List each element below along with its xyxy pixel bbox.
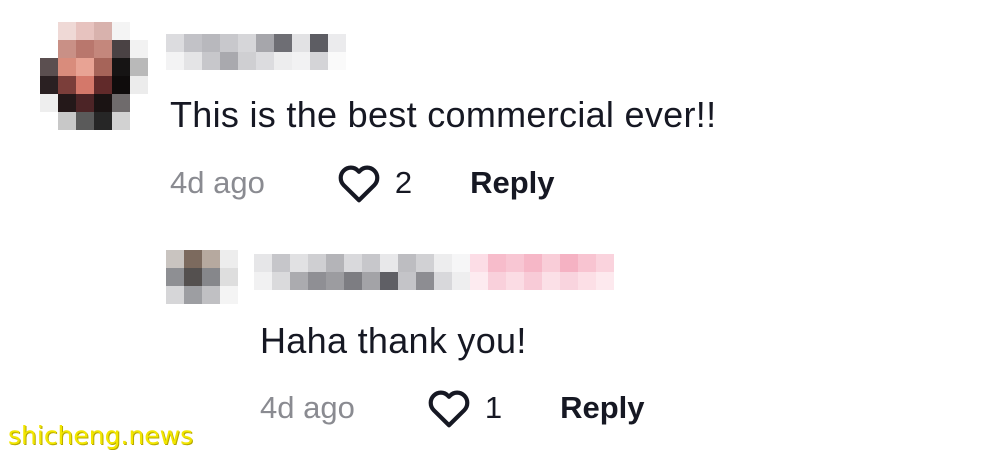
reply-text: Haha thank you!: [260, 320, 527, 361]
commenter-username-redacted[interactable]: [166, 34, 346, 70]
comment-text: This is the best commercial ever!!: [170, 94, 717, 135]
reply-timestamp: 4d ago: [260, 390, 355, 425]
comment-reply-button[interactable]: Reply: [470, 165, 554, 201]
replier-username-redacted[interactable]: [254, 254, 650, 290]
reply-reply-button[interactable]: Reply: [560, 390, 644, 426]
heart-outline-icon: [428, 390, 470, 428]
heart-outline-icon: [338, 165, 380, 203]
replier-avatar[interactable]: [166, 250, 238, 304]
reply-like-button[interactable]: 1: [427, 388, 502, 428]
comment-timestamp: 4d ago: [170, 165, 265, 200]
comment-like-count: 2: [394, 165, 413, 200]
commenter-avatar[interactable]: [40, 22, 148, 130]
reply-like-count: 1: [484, 390, 503, 425]
reply-actions: 4d ago 1 Reply: [260, 388, 645, 428]
comment-thread: This is the best commercial ever!! 4d ag…: [0, 0, 993, 456]
watermark: shicheng.news: [8, 421, 194, 450]
comment-like-button[interactable]: 2: [337, 163, 412, 203]
comment-actions: 4d ago 2 Reply: [170, 163, 555, 203]
